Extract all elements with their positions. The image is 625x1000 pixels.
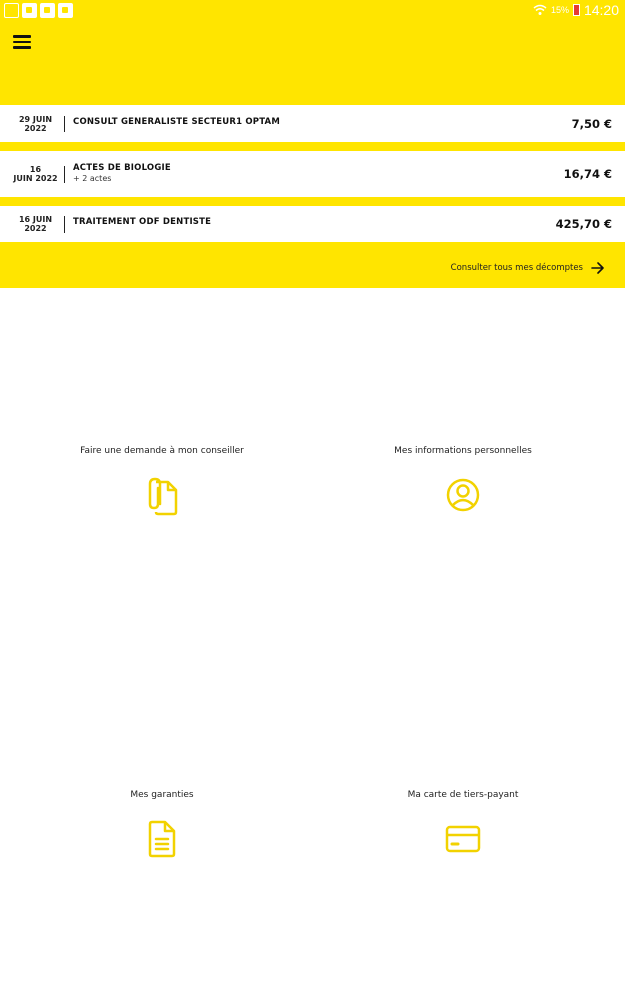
tile-label: Ma carte de tiers-payant <box>407 790 519 800</box>
credit-card-icon <box>445 825 481 853</box>
status-bar: 15% 14:20 <box>0 0 625 22</box>
see-all-claims-link[interactable]: Consulter tous mes décomptes <box>451 262 605 274</box>
tile-label: Mes garanties <box>130 790 194 800</box>
see-all-label: Consulter tous mes décomptes <box>450 263 583 273</box>
clock: 14:20 <box>583 2 619 18</box>
hamburger-menu-icon[interactable] <box>13 35 31 49</box>
claim-date: 16 JUIN 2022 <box>13 165 58 183</box>
tile-label: Faire une demande à mon conseiller <box>80 446 244 456</box>
signal-text: 15% <box>550 5 569 15</box>
claim-divider <box>64 116 65 132</box>
wifi-icon <box>533 4 547 15</box>
claim-amount: 16,74 € <box>563 167 612 181</box>
claim-title: ACTES DE BIOLOGIE <box>73 163 171 173</box>
claim-amount: 7,50 € <box>571 117 612 131</box>
claim-amount: 425,70 € <box>555 217 612 231</box>
tile-personal-info[interactable]: Mes informations personnelles <box>313 300 613 630</box>
claim-row[interactable]: 16 JUIN 2022 TRAITEMENT ODF DENTISTE 425… <box>0 206 625 242</box>
claim-divider <box>64 216 65 233</box>
attachment-document-icon <box>148 477 178 516</box>
app-header <box>0 22 625 105</box>
arrow-right-icon <box>591 262 604 274</box>
battery-icon <box>572 4 580 16</box>
claims-section: 29 JUIN 2022 CONSULT GENERALISTE SECTEUR… <box>0 105 625 288</box>
claim-date: 16 JUIN 2022 <box>18 215 53 233</box>
claim-date: 29 JUIN 2022 <box>18 115 53 133</box>
image-icon <box>4 3 19 18</box>
user-circle-icon <box>446 478 480 512</box>
flipboard-icon <box>58 3 73 18</box>
flipboard-icon <box>40 3 55 18</box>
claim-row[interactable]: 16 JUIN 2022 ACTES DE BIOLOGIE + 2 actes… <box>0 151 625 197</box>
tile-label: Mes informations personnelles <box>394 446 532 456</box>
document-lines-icon <box>148 820 176 858</box>
claim-row[interactable]: 29 JUIN 2022 CONSULT GENERALISTE SECTEUR… <box>0 105 625 142</box>
tile-tiers-payant-card[interactable]: Ma carte de tiers-payant <box>313 644 613 974</box>
claim-title: CONSULT GENERALISTE SECTEUR1 OPTAM <box>73 117 280 127</box>
claim-subtitle: + 2 actes <box>73 174 112 183</box>
tile-advisor-request[interactable]: Faire une demande à mon conseiller <box>12 300 312 630</box>
tile-guarantees[interactable]: Mes garanties <box>12 644 312 974</box>
flipboard-icon <box>22 3 37 18</box>
claim-title: TRAITEMENT ODF DENTISTE <box>73 217 212 227</box>
claim-divider <box>64 166 65 183</box>
notification-icons <box>4 3 73 18</box>
system-status: 15% 14:20 <box>533 2 619 18</box>
